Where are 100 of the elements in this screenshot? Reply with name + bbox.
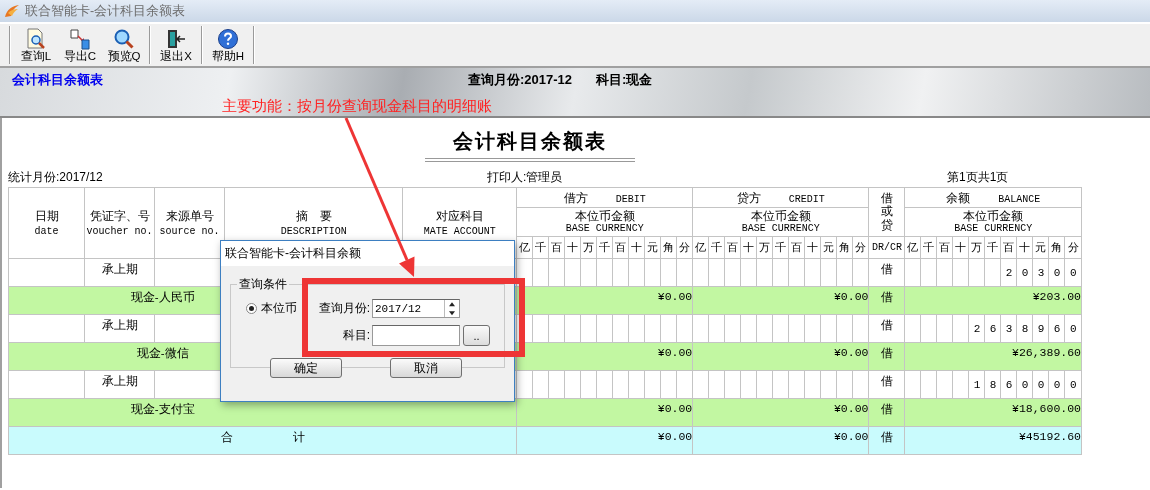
currency-heading: 本位币金额 [573,209,636,223]
digit-cell: 6 [989,322,997,335]
digit-heading: 万 [582,240,596,255]
dr-cr-heading: 借或贷 [880,192,893,232]
cancel-button[interactable]: 取消 [390,358,462,378]
source-subheading: source no. [158,224,221,239]
exit-door-icon [165,27,187,50]
subject-label: 科目: [341,327,371,344]
digit-cell: 0 [1053,378,1061,391]
digit-heading: 角 [838,240,852,255]
dr-cr-cell: 借 [880,375,893,387]
balance-subheading: BALANCE [998,194,1041,205]
digit-cell: 9 [1037,322,1045,335]
amount-subheading: DEBIT [615,194,646,205]
month-spinner-field[interactable]: 2017/12 [372,299,460,318]
currency-heading: 本位币金额 [962,209,1025,223]
ok-button[interactable]: 确定 [270,358,342,378]
radio-label: 本位币 [261,300,297,317]
amount-cell: ¥0.00 [833,402,868,415]
digit-cell: 8 [989,378,997,391]
balance-heading: 余额 [946,190,971,207]
dialog-title: 联合智能卡-会计科目余额 [225,245,361,262]
voucher-cell: 承上期 [101,319,138,331]
currency-subheading: BASE CURRENCY [953,222,1034,235]
dr-cr-cell: 借 [880,403,893,415]
app-logo-icon [4,3,20,19]
toolbar-button[interactable]: 退出X [156,24,196,66]
source-heading: 来源单号 [164,207,215,225]
query-month-text: 查询月份:2017-12 [468,71,573,87]
digit-heading: 角 [662,240,676,255]
digit-cell: 3 [1005,322,1013,335]
digit-cell: 0 [1021,266,1029,279]
account-heading: 对应科目 [434,207,485,225]
help-icon [217,27,239,50]
description-heading: 摘 要 [294,207,333,225]
digit-heading: 百 [726,240,740,255]
digit-cell: 0 [1021,378,1029,391]
dr-cr-cell: 借 [880,263,893,275]
digit-heading: 分 [1066,240,1080,255]
radio-button[interactable] [246,303,257,314]
digit-heading: 亿 [694,240,708,255]
digit-cell: 8 [1021,322,1029,335]
browse-button[interactable]: .. [463,325,490,346]
amount-cell: ¥0.00 [833,290,868,303]
amount-cell: ¥0.00 [833,346,868,359]
amount-heading: 借方 [563,190,588,207]
digit-cell: 3 [1037,266,1045,279]
digit-cell: 6 [1005,378,1013,391]
voucher-heading: 凭证字、号 [88,207,151,225]
digit-heading: 百 [790,240,804,255]
digit-heading: 百 [550,240,564,255]
digit-cell: 0 [1069,266,1077,279]
balance-cell: ¥18,600.00 [1012,402,1081,415]
balance-cell: ¥45192.60 [1018,430,1081,443]
digit-cell: 1 [973,378,981,391]
digit-heading: 千 [534,240,548,255]
export-documents-icon [69,27,91,50]
amount-subheading: CREDIT [788,194,825,205]
subject-text: 科目:现金 [596,71,653,87]
magnifier-icon [113,27,135,50]
dr-cr-cell: 借 [880,319,893,331]
toolbar-button[interactable]: 导出C [60,24,100,66]
amount-cell: ¥0.00 [657,290,692,303]
digit-heading: 千 [598,240,612,255]
digit-heading: 百 [614,240,628,255]
total-label: 合 计 [220,431,305,443]
digit-heading: 千 [986,240,1000,255]
amount-cell: ¥0.00 [833,430,868,443]
account-cell: 现金-支付宝 [130,403,195,415]
digit-cell: 2 [973,322,981,335]
toolbar-button[interactable]: 预览Q [104,24,144,66]
digit-heading: 元 [1034,240,1048,255]
digit-heading: 万 [758,240,772,255]
digit-heading: 十 [566,240,580,255]
date-heading: 日期 [33,207,60,225]
subject-field[interactable] [372,325,460,346]
digit-heading: 十 [954,240,968,255]
balance-cell: ¥26,389.60 [1012,346,1081,359]
digit-cell: 0 [1069,322,1077,335]
digit-cell: 0 [1069,378,1077,391]
balance-cell: ¥203.00 [1032,290,1081,303]
dr-cr-cell: 借 [880,291,893,303]
amount-cell: ¥0.00 [657,402,692,415]
digit-heading: 亿 [518,240,532,255]
digit-heading: 十 [806,240,820,255]
dr-cr-cell: 借 [880,431,893,443]
toolbar-button[interactable]: 查询L [16,24,56,66]
account-subheading: MATE ACCOUNT [422,224,497,239]
digit-heading: 百 [938,240,952,255]
document-search-icon [25,27,47,50]
window-title: 联合智能卡-会计科目余额表 [25,2,186,20]
digit-heading: 千 [774,240,788,255]
digit-heading: 十 [1018,240,1032,255]
date-subheading: date [33,224,60,239]
group-label: 查询条件 [238,276,288,293]
currency-heading: 本位币金额 [749,209,812,223]
digit-cell: 6 [1053,322,1061,335]
digit-cell: 0 [1037,378,1045,391]
digit-heading: 千 [710,240,724,255]
toolbar-button[interactable]: 帮助H [208,24,248,66]
